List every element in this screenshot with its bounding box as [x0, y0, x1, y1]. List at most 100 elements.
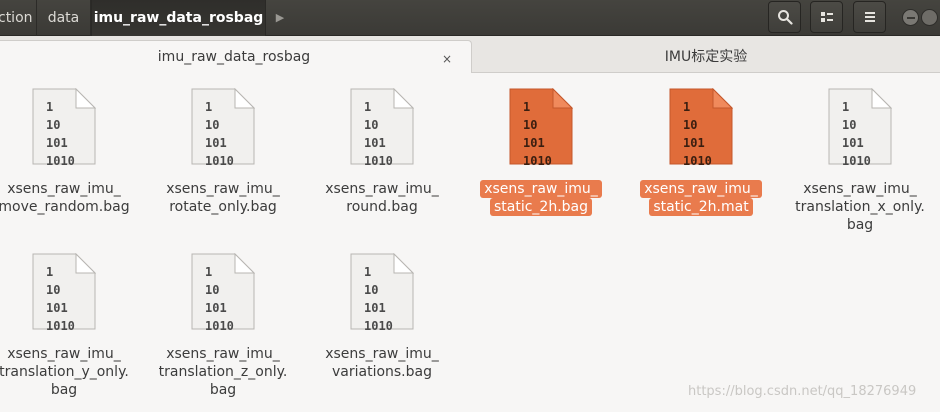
- file-icon-text: 1 10 101 1010: [46, 263, 75, 335]
- breadcrumb-parent[interactable]: ction: [0, 0, 37, 36]
- file-name: xsens_raw_imu_ variations.bag: [314, 345, 450, 381]
- hamburger-menu-button[interactable]: [853, 1, 886, 33]
- file-icon-bits: 10: [205, 283, 220, 297]
- file-name-line: xsens_raw_imu_: [166, 181, 280, 197]
- file-icon-bits: 101: [46, 136, 68, 150]
- file-name-line: xsens_raw_imu_: [7, 181, 121, 197]
- file-name-line: xsens_raw_imu_: [480, 180, 602, 198]
- search-icon: [777, 10, 793, 25]
- header-bar: ction data imu_raw_data_rosbag ▶: [0, 0, 940, 36]
- file-icon-bits: 10: [46, 118, 61, 132]
- hamburger-menu-icon: [864, 12, 875, 22]
- file-item[interactable]: 1 10 101 1010 xsens_raw_imu_ static_2h.bag: [473, 74, 609, 234]
- file-name-line: translation_x_only.: [795, 199, 925, 215]
- breadcrumb-data[interactable]: data: [37, 0, 91, 36]
- view-options-button[interactable]: [810, 1, 843, 33]
- file-item[interactable]: 1 10 101 1010 xsens_raw_imu_ translation_x_on…: [792, 74, 928, 234]
- file-icon-bits: 101: [205, 136, 227, 150]
- file-icon-bits: 10: [523, 118, 538, 132]
- file-icon-bits: 1: [364, 100, 372, 114]
- file-icon-text: 1 10 101 1010: [205, 263, 234, 335]
- file-icon-bits: 1010: [46, 319, 75, 333]
- breadcrumb-current[interactable]: imu_raw_data_rosbag: [91, 0, 266, 36]
- file-name-line: move_random.bag: [0, 199, 130, 215]
- file-icon-bits: 1010: [46, 154, 75, 168]
- file-name: xsens_raw_imu_ translation_y_only. bag: [0, 345, 132, 399]
- file-item[interactable]: 1 10 101 1010 xsens_raw_imu_ variations.bag: [314, 239, 450, 399]
- chevron-right-icon[interactable]: ▶: [266, 0, 294, 36]
- file-icon-bits: 10: [205, 118, 220, 132]
- file-icon-bits: 1010: [683, 154, 712, 168]
- file-item[interactable]: 1 10 101 1010 xsens_raw_imu_ rotate_only.bag: [155, 74, 291, 234]
- file-icon-bits: 1010: [842, 154, 871, 168]
- file-name: xsens_raw_imu_ static_2h.bag: [473, 180, 609, 216]
- file-icon-bits: 101: [205, 301, 227, 315]
- file-icon-bits: 101: [683, 136, 705, 150]
- file-icon-text: 1 10 101 1010: [364, 263, 393, 335]
- file-icon-bits: 10: [364, 118, 379, 132]
- file-name-line: xsens_raw_imu_: [166, 346, 280, 362]
- binary-file-icon: 1 10 101 1010: [32, 253, 96, 333]
- file-name: xsens_raw_imu_ rotate_only.bag: [155, 180, 291, 216]
- file-icon-bits: 1: [205, 265, 213, 279]
- file-icon-bits: 101: [364, 301, 386, 315]
- file-icon-text: 1 10 101 1010: [523, 98, 552, 170]
- tab-imu-raw-data-rosbag[interactable]: imu_raw_data_rosbag ×: [0, 40, 472, 73]
- file-name-line: rotate_only.bag: [169, 199, 277, 215]
- file-item[interactable]: 1 10 101 1010 xsens_raw_imu_ move_random.bag: [0, 74, 132, 234]
- binary-file-icon: 1 10 101 1010: [191, 253, 255, 333]
- file-name: xsens_raw_imu_ translation_z_only.bag: [155, 345, 291, 399]
- binary-file-icon: 1 10 101 1010: [350, 88, 414, 168]
- binary-file-icon: 1 10 101 1010: [669, 88, 733, 168]
- file-icon-bits: 1010: [205, 154, 234, 168]
- file-name-line: variations.bag: [331, 364, 432, 380]
- minimize-icon: [907, 17, 915, 19]
- file-icon-bits: 1: [364, 265, 372, 279]
- tab-imu-calibration[interactable]: IMU标定实验: [472, 41, 940, 74]
- window-control-button[interactable]: [921, 9, 938, 26]
- tab-label: IMU标定实验: [664, 49, 748, 65]
- tab-bar: imu_raw_data_rosbag × IMU标定实验: [0, 36, 940, 73]
- search-button[interactable]: [768, 1, 801, 33]
- file-icon-text: 1 10 101 1010: [842, 98, 871, 170]
- file-icon-bits: 1010: [205, 319, 234, 333]
- file-icon-bits: 10: [46, 283, 61, 297]
- file-name-line: static_2h.mat: [649, 198, 753, 216]
- file-name: xsens_raw_imu_ translation_x_only. bag: [792, 180, 928, 234]
- file-grid: 1 10 101 1010 xsens_raw_imu_ move_random.bag 1…: [0, 74, 940, 412]
- file-name: xsens_raw_imu_ move_random.bag: [0, 180, 132, 216]
- binary-file-icon: 1 10 101 1010: [350, 253, 414, 333]
- file-name-line: bag: [846, 217, 874, 233]
- file-name-line: xsens_raw_imu_: [325, 346, 439, 362]
- file-icon-bits: 1: [205, 100, 213, 114]
- file-item[interactable]: 1 10 101 1010 xsens_raw_imu_ round.bag: [314, 74, 450, 234]
- file-icon-bits: 101: [364, 136, 386, 150]
- file-icon-bits: 1010: [364, 319, 393, 333]
- file-name-line: static_2h.bag: [489, 198, 593, 216]
- file-icon-bits: 1010: [364, 154, 393, 168]
- binary-file-icon: 1 10 101 1010: [191, 88, 255, 168]
- file-name-line: bag: [209, 382, 237, 398]
- file-name-line: translation_y_only.: [0, 364, 129, 380]
- file-name: xsens_raw_imu_ static_2h.mat: [633, 180, 769, 216]
- file-item[interactable]: 1 10 101 1010 xsens_raw_imu_ static_2h.mat: [633, 74, 769, 234]
- file-icon-bits: 1: [523, 100, 531, 114]
- file-icon-bits: 10: [683, 118, 698, 132]
- file-item[interactable]: 1 10 101 1010 xsens_raw_imu_ translation_y_on…: [0, 239, 132, 399]
- minimize-window-button[interactable]: [902, 9, 919, 26]
- file-name-line: translation_z_only.: [158, 364, 288, 380]
- file-icon-text: 1 10 101 1010: [46, 98, 75, 170]
- file-icon-bits: 1: [683, 100, 691, 114]
- file-icon-bits: 101: [842, 136, 864, 150]
- tab-label: imu_raw_data_rosbag: [157, 49, 311, 65]
- tab-close-icon[interactable]: ×: [437, 49, 457, 69]
- file-name: xsens_raw_imu_ round.bag: [314, 180, 450, 216]
- file-name-line: xsens_raw_imu_: [640, 180, 762, 198]
- file-name-line: xsens_raw_imu_: [7, 346, 121, 362]
- file-name-line: xsens_raw_imu_: [325, 181, 439, 197]
- binary-file-icon: 1 10 101 1010: [509, 88, 573, 168]
- file-item[interactable]: 1 10 101 1010 xsens_raw_imu_ translation_z_on…: [155, 239, 291, 399]
- file-icon-bits: 101: [46, 301, 68, 315]
- binary-file-icon: 1 10 101 1010: [828, 88, 892, 168]
- file-icon-bits: 1: [46, 265, 54, 279]
